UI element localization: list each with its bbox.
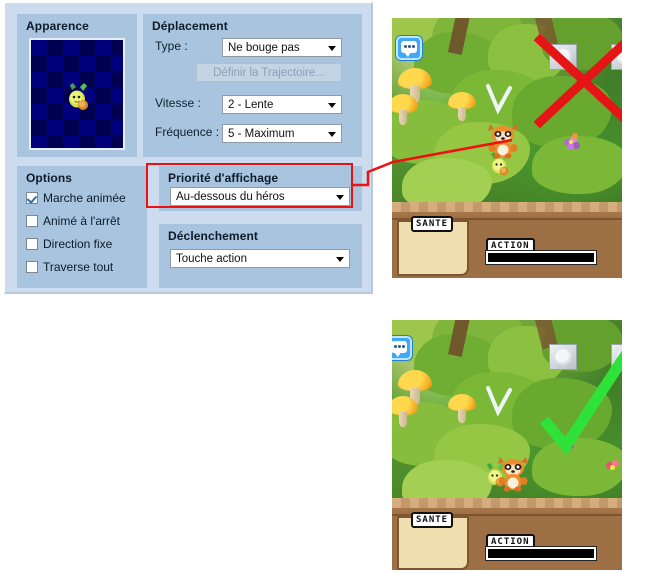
- checkbox-traverse-tout[interactable]: [26, 261, 38, 273]
- game-screenshot-before: SANTE ACTION: [392, 18, 622, 278]
- select-priorite-affichage[interactable]: Au-dessous du héros: [170, 187, 350, 206]
- checkbox-anime-arret-label: Animé à l'arrêt: [43, 214, 120, 228]
- chevron-down-icon: [336, 256, 344, 262]
- row-frequence: Fréquence :: [155, 125, 219, 139]
- chevron-down-icon: [328, 131, 336, 137]
- group-deplacement: Déplacement Type : Ne bouge pas Définir …: [143, 14, 362, 157]
- hud-action-bar: [485, 250, 597, 265]
- group-options: Options Marche animée Animé à l'arrêt Di…: [17, 166, 147, 288]
- flower-icon: [564, 133, 580, 150]
- hud-health-label: SANTE: [411, 216, 454, 232]
- mushroom-icon: [448, 394, 476, 423]
- chat-bubble-icon[interactable]: [396, 36, 422, 60]
- arrow-decor-icon: [486, 386, 512, 417]
- sprite-plant-icon: [69, 83, 88, 110]
- sprite-raccoon-hero: [488, 124, 518, 159]
- group-options-title: Options: [26, 171, 73, 185]
- checkbox-row-anime-arret[interactable]: Animé à l'arrêt: [26, 214, 120, 228]
- select-declenchement-value: Touche action: [176, 252, 247, 265]
- row-vitesse: Vitesse :: [155, 96, 201, 110]
- group-deplacement-title: Déplacement: [152, 19, 228, 33]
- select-vitesse[interactable]: 2 - Lente: [222, 95, 342, 114]
- flower-icon: [558, 433, 574, 450]
- select-vitesse-value: 2 - Lente: [228, 98, 274, 111]
- checkbox-direction-fixe-label: Direction fixe: [43, 237, 113, 251]
- label-frequence: Fréquence :: [155, 125, 220, 139]
- group-apparence: Apparence: [17, 14, 137, 157]
- select-frequence-value: 5 - Maximum: [228, 127, 295, 140]
- event-editor-dialog: Apparence Déplacement Type: Ne bouge pa…: [4, 2, 373, 294]
- label-type: Type :: [155, 39, 188, 53]
- checkbox-traverse-tout-label: Traverse tout: [43, 260, 114, 274]
- define-trajectory-button: Définir la Trajectoire...: [196, 63, 342, 82]
- chat-bubble-icon[interactable]: [392, 336, 412, 360]
- define-trajectory-label: Définir la Trajectoire...: [213, 66, 325, 79]
- row-type: Type :: [155, 39, 188, 53]
- chevron-down-icon: [328, 45, 336, 51]
- checkbox-anime-arret[interactable]: [26, 215, 38, 227]
- mushroom-icon: [448, 92, 476, 121]
- checkbox-marche-animee[interactable]: [26, 192, 38, 204]
- stone-block-icon: [611, 44, 622, 70]
- hud-health-label: SANTE: [411, 512, 454, 528]
- select-declenchement[interactable]: Touche action: [170, 249, 350, 268]
- sprite-raccoon-hero: [498, 457, 528, 492]
- checkbox-row-direction-fixe[interactable]: Direction fixe: [26, 237, 112, 251]
- checkbox-row-traverse-tout[interactable]: Traverse tout: [26, 260, 113, 274]
- select-deplacement-type[interactable]: Ne bouge pas: [222, 38, 342, 57]
- checkbox-direction-fixe[interactable]: [26, 238, 38, 250]
- game-screenshot-after: SANTE ACTION: [392, 320, 622, 570]
- group-priorite-title: Priorité d'affichage: [168, 171, 279, 185]
- chevron-down-icon: [328, 102, 336, 108]
- select-frequence[interactable]: 5 - Maximum: [222, 124, 342, 143]
- mushroom-icon: [392, 94, 418, 125]
- select-deplacement-type-value: Ne bouge pas: [228, 41, 300, 54]
- group-declenchement-title: Déclenchement: [168, 229, 258, 243]
- stone-block-icon: [549, 344, 577, 370]
- group-apparence-title: Apparence: [26, 19, 89, 33]
- checkbox-marche-animee-label: Marche animée: [43, 191, 126, 205]
- stone-block-icon: [611, 344, 622, 370]
- select-priorite-value: Au-dessous du héros: [176, 190, 285, 203]
- flower-icon: [606, 460, 622, 474]
- chevron-down-icon: [336, 194, 344, 200]
- arrow-decor-icon: [486, 84, 512, 115]
- hud-action-bar: [485, 546, 597, 561]
- scene-jungle-before: [392, 18, 622, 213]
- stone-block-icon: [549, 44, 577, 70]
- sprite-preview-box[interactable]: [29, 38, 125, 150]
- screenshot-root: Apparence Déplacement Type: Ne bouge pa…: [0, 0, 645, 574]
- checkbox-row-marche-animee[interactable]: Marche animée: [26, 191, 126, 205]
- group-priorite-affichage: Priorité d'affichage Au-dessous du héros: [159, 166, 362, 211]
- group-declenchement: Déclenchement Touche action: [159, 224, 362, 288]
- scene-jungle-after: [392, 320, 622, 514]
- label-vitesse: Vitesse :: [155, 96, 201, 110]
- mushroom-icon: [392, 396, 418, 427]
